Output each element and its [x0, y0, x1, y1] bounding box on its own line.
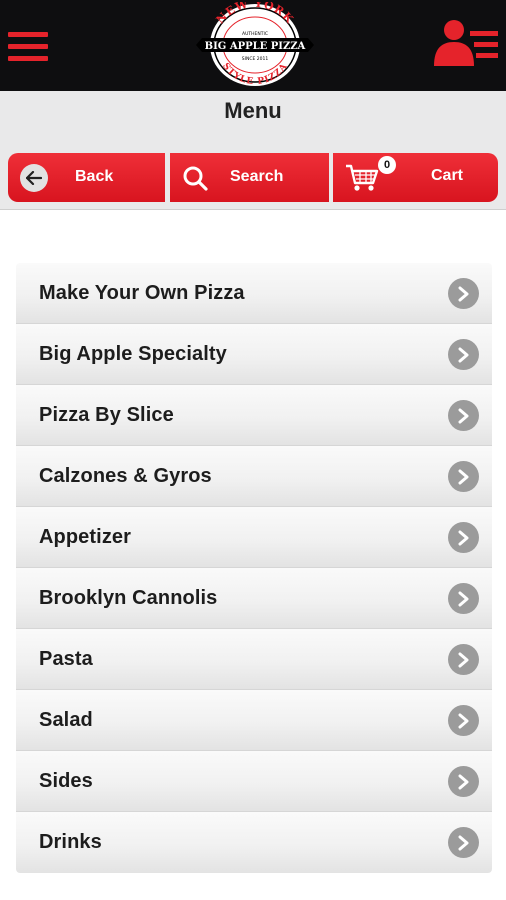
- svg-text:AUTHENTIC: AUTHENTIC: [242, 31, 268, 37]
- page-title: Menu: [224, 98, 282, 123]
- chevron-right-icon: [448, 583, 479, 614]
- back-button[interactable]: Back: [8, 153, 165, 202]
- cart-count-badge: 0: [378, 156, 396, 174]
- menu-item-sides[interactable]: Sides: [16, 751, 492, 812]
- chevron-right-icon: [448, 278, 479, 309]
- chevron-right-icon: [448, 705, 479, 736]
- action-buttons: Back Search 0 Cart: [8, 153, 498, 202]
- hamburger-menu-icon[interactable]: [8, 29, 48, 65]
- cart-button[interactable]: 0 Cart: [333, 153, 498, 202]
- chevron-right-icon: [448, 827, 479, 858]
- menu-item-drinks[interactable]: Drinks: [16, 812, 492, 873]
- menu-item-label: Big Apple Specialty: [39, 343, 227, 365]
- menu-category-list: Make Your Own Pizza Big Apple Specialty …: [16, 263, 492, 873]
- menu-item-calzones-gyros[interactable]: Calzones & Gyros: [16, 446, 492, 507]
- chevron-right-icon: [448, 644, 479, 675]
- menu-item-label: Appetizer: [39, 526, 132, 548]
- menu-item-label: Sides: [39, 770, 93, 792]
- search-icon: [182, 165, 208, 196]
- search-label: Search: [230, 168, 284, 185]
- chevron-right-icon: [448, 400, 479, 431]
- account-list-icon[interactable]: [434, 18, 500, 68]
- menu-item-label: Pasta: [39, 648, 93, 670]
- menu-item-brooklyn-cannolis[interactable]: Brooklyn Cannolis: [16, 568, 492, 629]
- title-bar: Menu Back Search 0 Cart: [0, 91, 506, 210]
- svg-text:SINCE 2011: SINCE 2011: [242, 56, 269, 62]
- chevron-right-icon: [448, 522, 479, 553]
- menu-item-label: Salad: [39, 709, 93, 731]
- menu-item-label: Make Your Own Pizza: [39, 282, 245, 304]
- chevron-right-icon: [448, 461, 479, 492]
- menu-item-appetizer[interactable]: Appetizer: [16, 507, 492, 568]
- menu-item-make-your-own-pizza[interactable]: Make Your Own Pizza: [16, 263, 492, 324]
- back-label: Back: [75, 168, 114, 185]
- back-arrow-icon: [20, 164, 48, 192]
- menu-item-label: Pizza By Slice: [39, 404, 174, 426]
- chevron-right-icon: [448, 339, 479, 370]
- top-header: NEW YORK STYLE PIZZA AUTHENTIC BIG APPLE…: [0, 0, 506, 91]
- svg-text:BIG APPLE PIZZA: BIG APPLE PIZZA: [205, 41, 306, 52]
- menu-item-label: Drinks: [39, 831, 102, 853]
- cart-label: Cart: [431, 167, 464, 184]
- search-button[interactable]: Search: [170, 153, 329, 202]
- menu-item-pizza-by-slice[interactable]: Pizza By Slice: [16, 385, 492, 446]
- menu-item-salad[interactable]: Salad: [16, 690, 492, 751]
- cart-icon: [345, 163, 381, 198]
- menu-item-label: Brooklyn Cannolis: [39, 587, 218, 609]
- menu-item-label: Calzones & Gyros: [39, 465, 212, 487]
- chevron-right-icon: [448, 766, 479, 797]
- brand-logo[interactable]: NEW YORK STYLE PIZZA AUTHENTIC BIG APPLE…: [196, 2, 314, 88]
- menu-item-pasta[interactable]: Pasta: [16, 629, 492, 690]
- menu-item-big-apple-specialty[interactable]: Big Apple Specialty: [16, 324, 492, 385]
